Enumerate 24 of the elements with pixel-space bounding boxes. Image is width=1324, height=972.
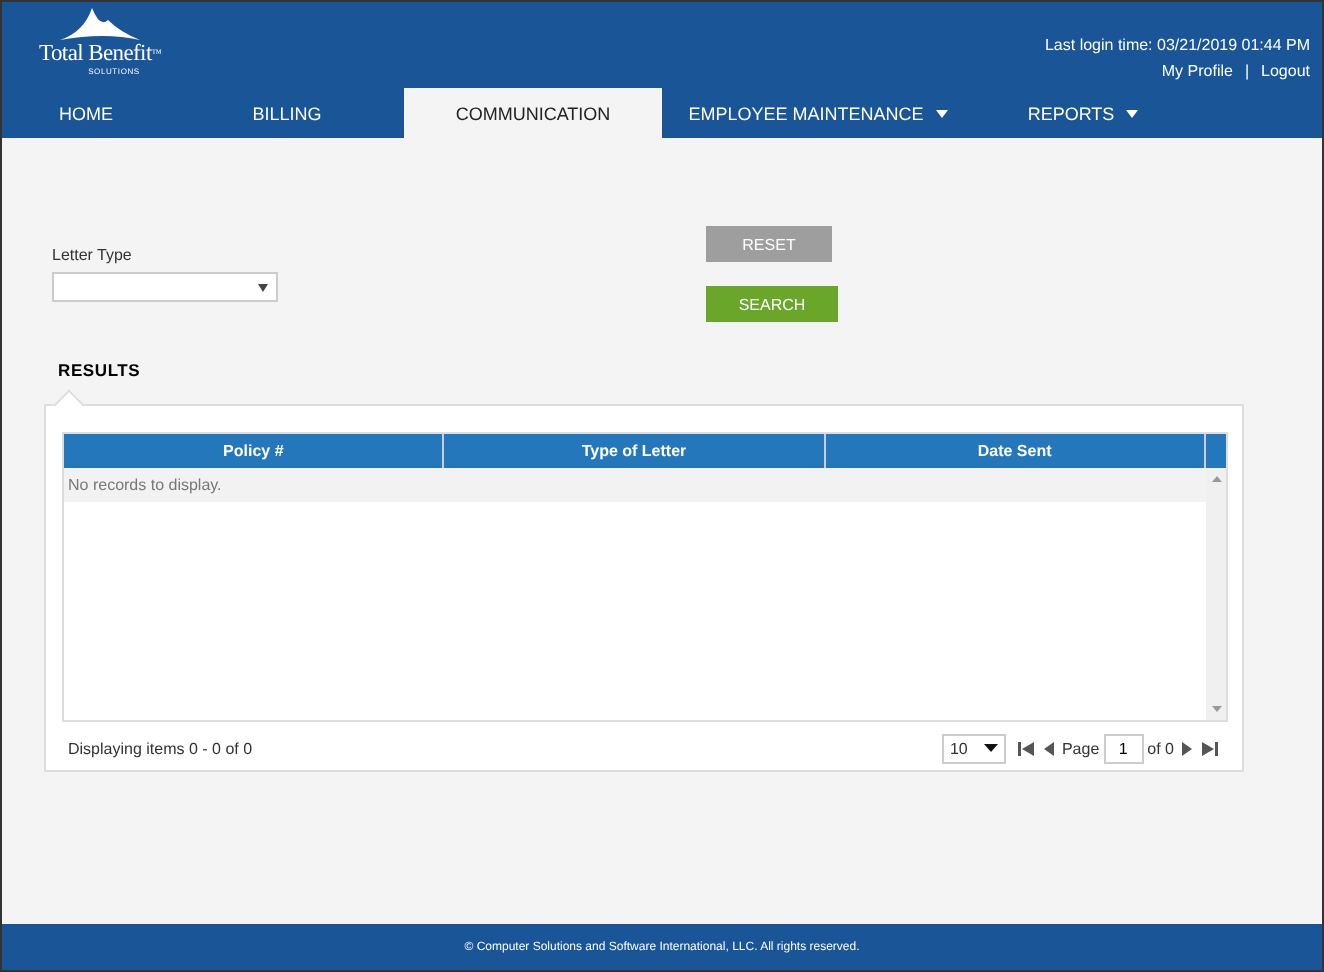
first-page-icon[interactable] [1017,741,1034,755]
nav-tab[interactable]: REPORTS [974,88,1192,138]
results-heading: RESULTS [58,360,141,380]
nav-tab[interactable]: COMMUNICATION [404,88,662,138]
empty-message: No records to display. [64,468,1206,502]
caret-icon [258,283,268,291]
link-separator: | [1244,62,1250,80]
pager-info: Displaying items 0 - 0 of 0 [68,739,255,757]
field-label: Letter Type [52,246,134,264]
mountain-logo-icon [56,4,144,44]
previous-page-icon[interactable] [1041,741,1058,755]
page-size-dropdown[interactable]: 10 [941,733,1006,763]
nav-tab[interactable]: EMPLOYEE MAINTENANCE [662,88,974,138]
last-login-time: Last login time: 03/21/2019 01:44 PM [1044,36,1310,54]
caret-icon [983,744,998,752]
profile-link[interactable]: My Profile [1161,62,1233,80]
next-page-icon[interactable] [1178,741,1194,755]
nav-tab[interactable]: HOME [2,88,170,138]
page-input[interactable]: 1 [1103,733,1144,763]
page-label: Page [1061,739,1100,757]
logout-link[interactable]: Logout [1261,62,1310,80]
last-page-icon[interactable] [1202,741,1218,755]
nav-tab[interactable]: BILLING [170,88,404,138]
page-count: of 0 [1147,739,1174,757]
